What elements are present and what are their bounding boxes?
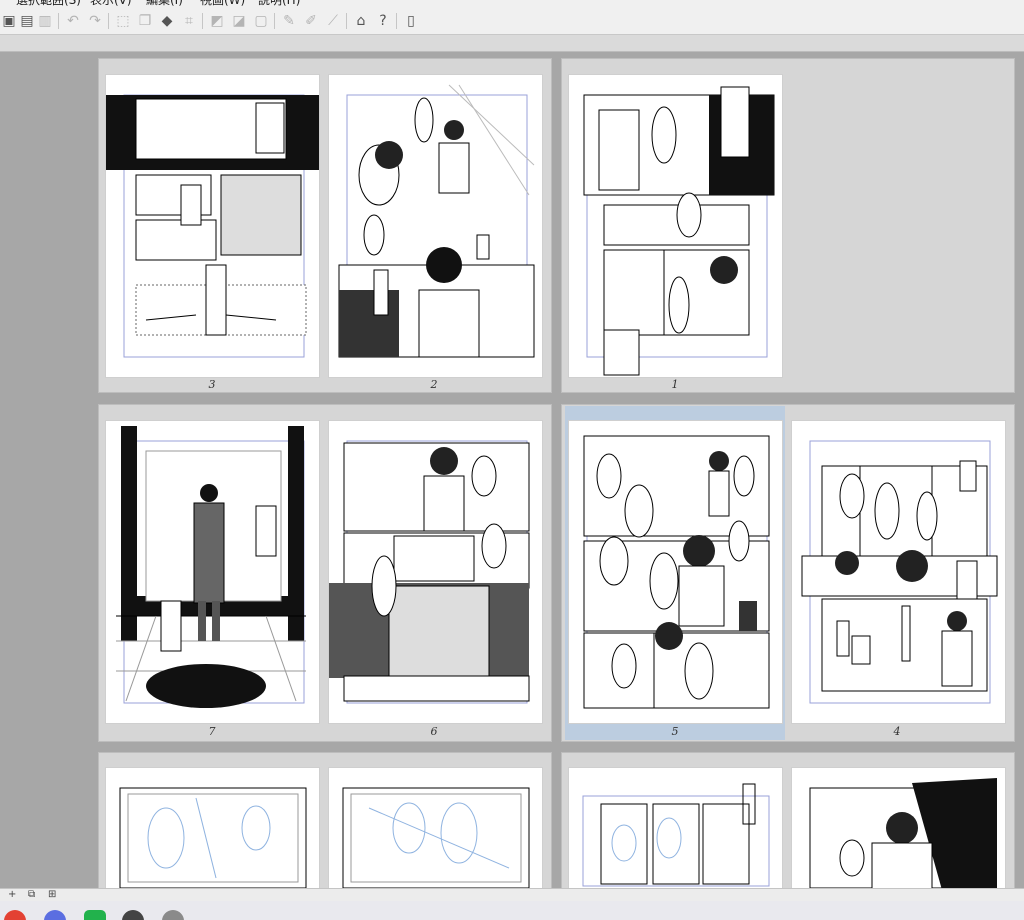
toolbar: ▣ ▤ ▥ ↶ ↷ ⬚ ❐ ◆ ⌗ ◩ ◪ ▢ ✎ ✐ ⟋ ⌂ ? ▯ [0,8,1024,35]
page-thumbnail-8[interactable] [328,767,543,891]
duplicate-icon[interactable]: ⧉ [28,889,35,900]
page-number-6: 6 [430,725,438,738]
statusbar: + ⧉ ⊞ [0,888,1024,902]
help-icon[interactable]: ? [374,12,392,30]
frame-icon[interactable]: ▢ [252,12,270,30]
menu-view[interactable]: 表示(V) [90,0,132,8]
export-icon[interactable]: ▣ [0,12,18,30]
page-number-2: 2 [430,378,438,391]
add-icon[interactable]: + [8,889,16,900]
page-thumbnail-3[interactable] [105,74,320,378]
page-thumbnail-2[interactable] [328,74,543,378]
page-thumbnail-6[interactable] [328,420,543,724]
subbar [0,35,1024,52]
page-number-1: 1 [671,378,679,391]
redo-icon[interactable]: ↷ [86,12,104,30]
menu-window[interactable]: 視圖(W) [200,0,245,8]
page-thumbnail-1[interactable] [568,74,783,378]
tablet-icon[interactable]: ▯ [402,12,420,30]
menubar: 選択範囲(S) 表示(V) 編集(I) 視圖(W) 説明(H) [0,0,1024,8]
chrome-icon[interactable] [4,910,26,920]
undo-icon[interactable]: ↶ [64,12,82,30]
ruler-icon[interactable]: ◩ [208,12,226,30]
page-thumbnail-9[interactable] [105,767,320,891]
print-icon[interactable]: ▥ [36,12,54,30]
app2-icon[interactable] [162,910,184,920]
page-thumbnail-11[interactable] [568,767,783,891]
pen-icon[interactable]: ✎ [280,12,298,30]
properties-icon[interactable]: ⊞ [48,889,56,900]
crop-icon[interactable]: ⌗ [180,12,198,30]
line-icon[interactable] [84,910,106,920]
page-number-3: 3 [208,378,216,391]
import-icon[interactable]: ▤ [18,12,36,30]
page-thumbnail-4[interactable] [791,420,1006,724]
page-number-4: 4 [893,725,901,738]
fill-icon[interactable]: ◆ [158,12,176,30]
cap-icon[interactable]: ⌂ [352,12,370,30]
page-thumbnail-5[interactable] [568,420,783,724]
copy-icon[interactable]: ❐ [136,12,154,30]
menu-edit[interactable]: 編集(I) [146,0,183,8]
menu-selection[interactable]: 選択範囲(S) [16,0,81,8]
page-thumbnail-10[interactable] [791,767,1006,891]
page-number-7: 7 [208,725,216,738]
page-thumbnail-7[interactable] [105,420,320,724]
menu-help[interactable]: 説明(H) [258,0,300,8]
pencil-icon[interactable]: ✐ [302,12,320,30]
app-icon[interactable] [122,910,144,920]
taskbar [0,901,1024,920]
browser-icon[interactable] [44,910,66,920]
page-number-5: 5 [671,725,679,738]
gradient-icon[interactable]: ◪ [230,12,248,30]
brush-icon[interactable]: ⟋ [324,12,342,30]
select-icon[interactable]: ⬚ [114,12,132,30]
